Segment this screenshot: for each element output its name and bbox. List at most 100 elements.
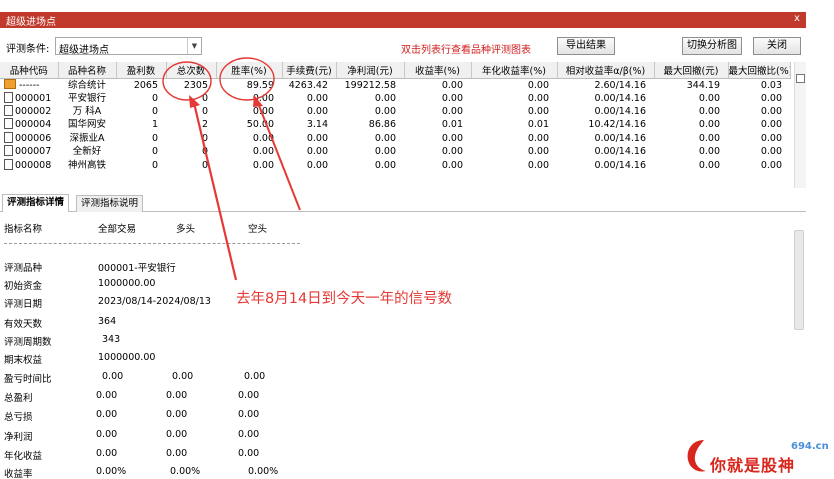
cell-annual-return: 0.00 [527, 92, 549, 104]
cell-relative-return: 0.00/14.16 [594, 106, 646, 118]
cell-name: 综合统计 [67, 79, 106, 91]
detail-label: 评测日期 [4, 299, 43, 310]
condition-label: 评测条件: [6, 44, 50, 55]
cell-code: ------ [0, 78, 58, 92]
col-header-relative-return[interactable]: 相对收益率α/β(%) [557, 62, 655, 79]
cell-max-drawdown: 0.00 [698, 119, 720, 131]
cell-winrate: 0.00 [252, 106, 274, 118]
detail-tabs: 评测指标详情 评测指标说明 [0, 194, 806, 212]
detail-label: 有效天数 [4, 319, 43, 330]
col-header-code[interactable]: 品种代码 [0, 62, 59, 79]
detail-value: 0.00% [248, 466, 279, 477]
detail-value: 0.00 [238, 429, 260, 440]
cell-code: 000006 [0, 131, 58, 145]
scroll-thumb[interactable] [796, 74, 805, 83]
tab-metric-details[interactable]: 评测指标详情 [2, 194, 70, 212]
col-header-max-drawdown-ratio[interactable]: 最大回撤比(%) [728, 62, 791, 79]
cell-winrate: 0.00 [252, 132, 274, 144]
summary-row[interactable]: ------ 综合统计 2065 2305 89.59 4263.42 1992… [0, 78, 790, 92]
detail-label: 收益率 [4, 469, 33, 479]
table-row[interactable]: 000004 国华网安 1 2 50.00 3.14 86.86 0.01 0.… [0, 118, 790, 131]
table-row[interactable]: 000002 万 科A 0 0 0.00 0.00 0.00 0.00 0.00… [0, 105, 790, 118]
cell-relative-return: 2.60/14.16 [594, 79, 646, 91]
detail-label: 评测品种 [4, 263, 43, 274]
close-button[interactable]: 关闭 [753, 37, 801, 55]
document-icon [4, 105, 13, 117]
cell-wins: 0 [151, 92, 158, 104]
cell-return: 0.00 [441, 92, 463, 104]
cell-name: 平安银行 [67, 92, 106, 104]
table-row[interactable]: 000001 平安银行 0 0 0.00 0.00 0.00 0.00 0.00… [0, 91, 790, 105]
detail-value: 0.00 [96, 448, 118, 459]
col-header-net-profit[interactable]: 净利润(元) [336, 62, 405, 79]
col-header-max-drawdown[interactable]: 最大回撤(元) [654, 62, 729, 79]
detail-value: 1000000.00 [98, 352, 156, 363]
cell-wins: 0 [151, 106, 158, 118]
cell-code: 000004 [0, 118, 58, 131]
document-icon [4, 131, 13, 143]
cell-winrate: 50.00 [246, 119, 274, 131]
cell-max-drawdown: 0.00 [698, 146, 720, 158]
col-header-wins[interactable]: 盈利数 [116, 62, 167, 79]
cell-wins: 0 [151, 132, 158, 144]
chevron-down-icon[interactable]: ▼ [187, 38, 201, 54]
detail-label: 年化收益 [4, 451, 43, 462]
cell-total: 2305 [183, 79, 208, 91]
document-icon [4, 158, 13, 170]
detail-label: 评测周期数 [4, 337, 52, 348]
cell-annual-return: 0.00 [527, 79, 549, 91]
cell-return: 0.00 [441, 159, 463, 171]
table-row[interactable]: 000006 深振业A 0 0 0.00 0.00 0.00 0.00 0.00… [0, 131, 790, 145]
detail-label: 总盈利 [4, 393, 33, 404]
col-header-winrate[interactable]: 胜率(%) [216, 62, 283, 79]
cell-return: 0.00 [441, 132, 463, 144]
cell-max-drawdown-ratio: 0.03 [760, 79, 782, 91]
cell-name: 神州高铁 [67, 159, 106, 171]
cell-return: 0.00 [441, 106, 463, 118]
col-header-name[interactable]: 品种名称 [58, 62, 117, 79]
cell-annual-return: 0.00 [527, 146, 549, 158]
tab-metric-explanation[interactable]: 评测指标说明 [76, 195, 144, 212]
cell-max-drawdown-ratio: 0.00 [760, 132, 782, 144]
detail-value: 0.00 [102, 371, 124, 382]
folder-icon [4, 78, 16, 89]
cell-net-profit: 0.00 [374, 92, 396, 104]
detail-header-short: 空头 [248, 224, 268, 235]
col-header-return[interactable]: 收益率(%) [404, 62, 472, 79]
detail-value: 0.00 [172, 371, 194, 382]
window-title: 超级进场点 [6, 17, 56, 28]
col-header-fee[interactable]: 手续费(元) [282, 62, 337, 79]
grid-scrollbar[interactable] [794, 62, 806, 188]
col-header-total[interactable]: 总次数 [166, 62, 217, 79]
cell-annual-return: 0.00 [527, 159, 549, 171]
cell-winrate: 0.00 [252, 146, 274, 158]
cell-fee: 4263.42 [288, 79, 328, 91]
cell-net-profit: 0.00 [374, 132, 396, 144]
export-button[interactable]: 导出结果 [557, 37, 615, 55]
cell-winrate: 89.59 [246, 79, 274, 91]
condition-select[interactable]: 超级进场点 ▼ [55, 37, 202, 56]
details-scrollbar[interactable] [794, 230, 804, 330]
cell-winrate: 0.00 [252, 159, 274, 171]
detail-value: 0.00 [238, 448, 260, 459]
cell-relative-return: 0.00/14.16 [594, 159, 646, 171]
detail-value: 0.00 [96, 429, 118, 440]
col-header-annual-return[interactable]: 年化收益率(%) [471, 62, 558, 79]
cell-total: 0 [201, 146, 208, 158]
table-row[interactable]: 000008 神州高铁 0 0 0.00 0.00 0.00 0.00 0.00… [0, 158, 790, 171]
cell-fee: 0.00 [306, 106, 328, 118]
cell-fee: 0.00 [306, 146, 328, 158]
switch-chart-button[interactable]: 切换分析图 [682, 37, 742, 55]
cell-max-drawdown-ratio: 0.00 [760, 146, 782, 158]
document-icon [4, 91, 13, 103]
cell-code: 000008 [0, 158, 58, 171]
window-close-icon[interactable]: x [794, 13, 800, 24]
cell-annual-return: 0.01 [527, 119, 549, 131]
detail-value: 364 [98, 316, 117, 327]
table-row[interactable]: 000007 全新好 0 0 0.00 0.00 0.00 0.00 0.00 … [0, 145, 790, 158]
condition-toolbar: 评测条件: 超级进场点 ▼ 双击列表行查看品种评测图表 导出结果 切换分析图 关… [0, 31, 806, 61]
cell-max-drawdown-ratio: 0.00 [760, 159, 782, 171]
logo-icon [687, 440, 706, 472]
cell-fee: 0.00 [306, 159, 328, 171]
cell-return: 0.00 [441, 146, 463, 158]
